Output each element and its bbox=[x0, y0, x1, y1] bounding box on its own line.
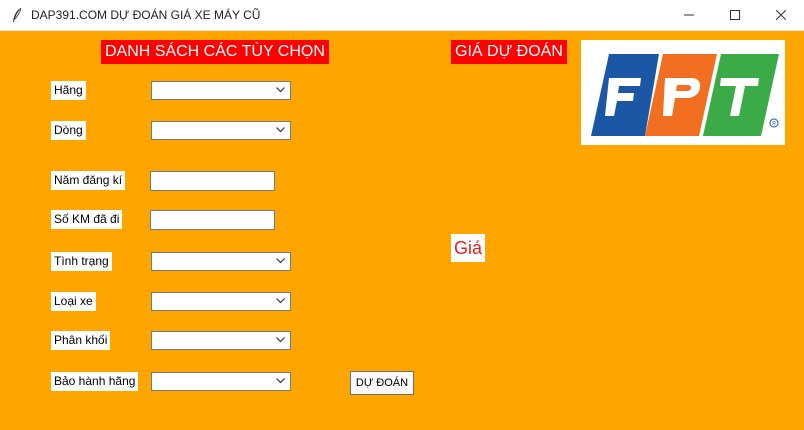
model-combobox[interactable] bbox=[151, 121, 291, 140]
options-heading: DANH SÁCH CÁC TÙY CHỌN bbox=[101, 40, 329, 64]
predicted-price: Giá bbox=[451, 234, 486, 262]
predict-button[interactable]: DỰ ĐOÁN bbox=[350, 371, 414, 395]
model-label: Dòng bbox=[51, 121, 86, 140]
close-button[interactable] bbox=[758, 0, 804, 30]
chevron-down-icon bbox=[276, 298, 285, 304]
engine-label: Phân khối bbox=[51, 331, 111, 350]
chevron-down-icon bbox=[276, 127, 285, 133]
prediction-heading: GIÁ DỰ ĐOÁN bbox=[451, 40, 567, 64]
main-panel: DANH SÁCH CÁC TÙY CHỌN GIÁ DỰ ĐOÁN R Hãn… bbox=[0, 31, 804, 430]
chevron-down-icon bbox=[276, 337, 285, 343]
chevron-down-icon bbox=[276, 87, 285, 93]
warranty-label: Bảo hành hãng bbox=[51, 372, 139, 391]
svg-text:R: R bbox=[772, 121, 776, 127]
km-input[interactable] bbox=[150, 210, 275, 230]
chevron-down-icon bbox=[276, 378, 285, 384]
minimize-icon bbox=[684, 14, 694, 16]
close-icon bbox=[776, 10, 786, 20]
window-title: DAP391.COM DỰ ĐOÁN GIÁ XE MÁY CŨ bbox=[31, 8, 261, 22]
fpt-logo: R bbox=[581, 40, 785, 145]
maximize-button[interactable] bbox=[712, 0, 758, 30]
warranty-combobox[interactable] bbox=[151, 372, 291, 391]
year-label: Năm đăng kí bbox=[51, 171, 126, 190]
km-label: Số KM đã đi bbox=[51, 210, 123, 229]
title-bar: DAP391.COM DỰ ĐOÁN GIÁ XE MÁY CŨ bbox=[0, 0, 804, 31]
engine-combobox[interactable] bbox=[151, 331, 291, 350]
type-label: Loại xe bbox=[51, 292, 96, 311]
minimize-button[interactable] bbox=[666, 0, 712, 30]
year-input[interactable] bbox=[150, 171, 275, 191]
chevron-down-icon bbox=[276, 258, 285, 264]
condition-label: Tình trạng bbox=[51, 252, 112, 271]
type-combobox[interactable] bbox=[151, 292, 291, 311]
brand-combobox[interactable] bbox=[151, 81, 291, 100]
maximize-icon bbox=[730, 10, 740, 20]
brand-label: Hãng bbox=[51, 81, 86, 100]
feather-icon bbox=[13, 7, 22, 22]
condition-combobox[interactable] bbox=[151, 252, 291, 271]
